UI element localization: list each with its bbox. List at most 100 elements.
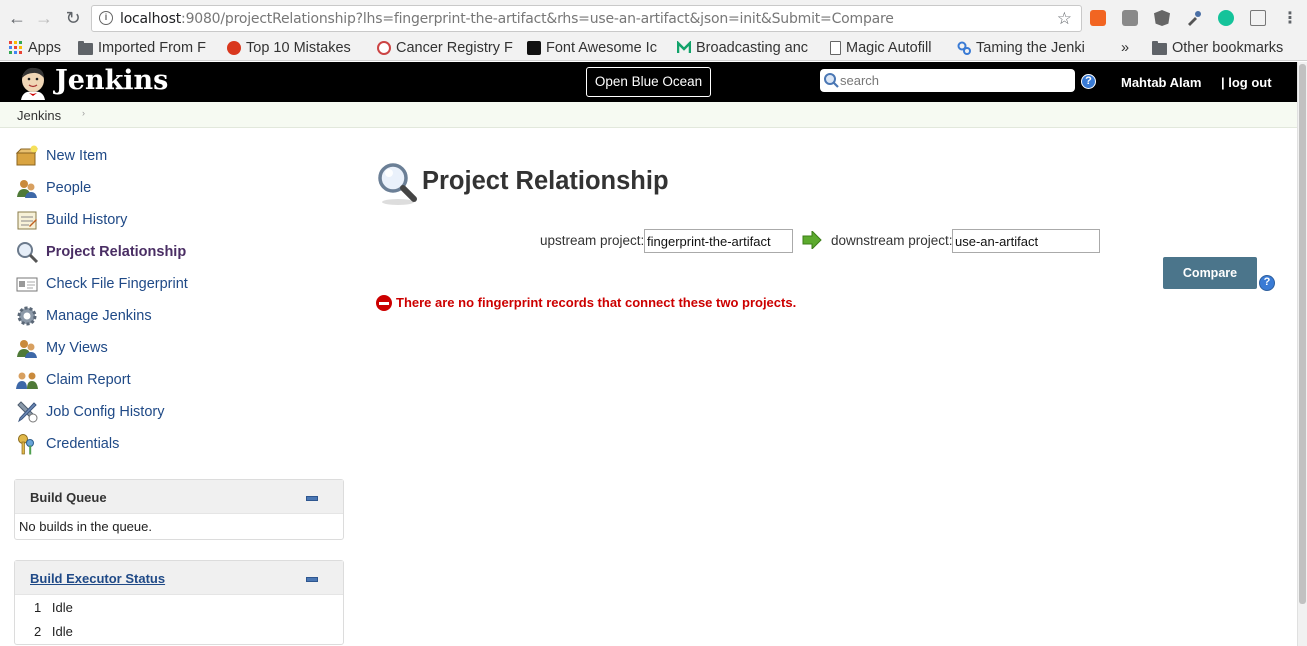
task-label[interactable]: Build History [46,212,127,228]
browser-toolbar: ← → ↻ i localhost:9080/projectRelationsh… [0,0,1307,36]
task-manage-jenkins[interactable]: Manage Jenkins [15,303,152,329]
build-executor-title-link[interactable]: Build Executor Status [30,571,165,586]
collapse-icon[interactable] [306,496,318,501]
eyedropper-extension-icon[interactable] [1186,10,1202,26]
task-label[interactable]: Manage Jenkins [46,308,152,324]
compare-button[interactable]: Compare [1163,257,1257,289]
search-box [820,69,1075,92]
executor-number: 1 [34,600,42,615]
site-info-icon[interactable]: i [99,11,113,25]
build-history-icon [15,208,39,232]
upstream-project-input[interactable] [644,229,793,253]
reload-icon[interactable]: ↻ [62,7,84,29]
link-icon [957,41,971,55]
executor-number: 2 [34,624,42,639]
breadcrumb-chevron-icon[interactable]: › [82,108,85,118]
tab-extension-icon[interactable] [1250,10,1266,26]
new-item-icon [15,144,39,168]
executor-row: 2 Idle [34,624,73,639]
task-credentials[interactable]: Credentials [15,431,119,457]
user-views-icon [15,336,39,360]
task-people[interactable]: People [15,175,91,201]
grammarly-extension-icon[interactable] [1218,10,1234,26]
error-icon [376,295,392,311]
task-label[interactable]: Claim Report [46,372,131,388]
bookmark-cancer-registry[interactable]: Cancer Registry F [377,39,515,57]
bookmark-broadcasting[interactable]: Broadcasting anc [677,39,815,57]
task-claim-report[interactable]: Claim Report [15,367,131,393]
build-queue-empty: No builds in the queue. [19,519,152,534]
task-build-history[interactable]: Build History [15,207,127,233]
build-executor-header: Build Executor Status [15,561,343,595]
magnifier-icon [15,240,39,264]
bookmark-magic-autofill[interactable]: Magic Autofill [830,39,948,57]
bookmark-apps[interactable]: Apps [9,39,69,57]
task-label[interactable]: Job Config History [46,404,164,420]
task-new-item[interactable]: New Item [15,143,107,169]
page-title: Project Relationship [422,167,669,195]
angular-extension-icon[interactable] [1154,10,1170,26]
jenkins-brand[interactable]: Jenkins [55,65,168,96]
search-help-icon[interactable]: ? [1081,74,1096,89]
open-blue-ocean-button[interactable]: Open Blue Ocean [586,67,711,97]
executor-list: 1 Idle 2 Idle [15,595,343,645]
page-scrollbar[interactable] [1297,62,1307,646]
opera-icon [227,41,241,55]
bookmark-top-10[interactable]: Top 10 Mistakes [227,39,365,57]
logout-link[interactable]: | log out [1221,75,1272,90]
task-job-config-history[interactable]: Job Config History [15,399,164,425]
gear-icon [15,304,39,328]
folder-icon [78,41,93,55]
downstream-project-input[interactable] [952,229,1100,253]
build-executor-pane: Build Executor Status 1 Idle 2 Idle [14,560,344,645]
scrollbar-thumb[interactable] [1299,64,1306,604]
task-check-file-fingerprint[interactable]: Check File Fingerprint [15,271,188,297]
collapse-icon[interactable] [306,577,318,582]
url-text[interactable]: localhost:9080/projectRelationship?lhs=f… [120,11,894,27]
task-label[interactable]: Credentials [46,436,119,452]
task-label[interactable]: New Item [46,148,107,164]
error-message: There are no fingerprint records that co… [396,295,797,310]
build-queue-pane: Build Queue No builds in the queue. [14,479,344,540]
address-bar[interactable]: i localhost:9080/projectRelationship?lhs… [91,5,1082,32]
task-project-relationship[interactable]: Project Relationship [15,239,186,265]
fingerprint-icon [15,272,39,296]
bookmark-taming-jenkins[interactable]: Taming the Jenki [957,39,1092,57]
apps-grid-icon [9,41,23,55]
react-extension-icon[interactable] [1122,10,1138,26]
rss-extension-icon[interactable] [1090,10,1106,26]
task-label[interactable]: Project Relationship [46,244,186,260]
search-input[interactable] [840,71,1070,90]
forward-icon[interactable]: → [33,7,55,29]
other-bookmarks[interactable]: Other bookmarks [1152,39,1302,57]
task-label[interactable]: Check File Fingerprint [46,276,188,292]
registry-icon [377,41,391,55]
keys-icon [15,432,39,456]
upstream-label: upstream project: [540,233,645,248]
breadcrumb-jenkins[interactable]: Jenkins [17,108,61,123]
jenkins-header: Jenkins Open Blue Ocean ? Mahtab Alam | … [0,62,1297,102]
downstream-label: downstream project: [831,233,953,248]
bookmark-font-awesome[interactable]: Font Awesome Ic [527,39,665,57]
build-queue-title: Build Queue [30,490,107,505]
build-queue-header: Build Queue [15,480,343,514]
bookmark-imported[interactable]: Imported From F [78,39,214,57]
compare-help-icon[interactable]: ? [1259,275,1275,291]
user-name-link[interactable]: Mahtab Alam [1121,75,1201,90]
m-logo-icon [677,39,692,55]
bookmarks-bar: Apps Imported From F Top 10 Mistakes Can… [0,36,1307,61]
bookmarks-overflow[interactable]: » [1121,39,1135,57]
executor-state: Idle [51,624,73,639]
flag-icon [527,41,541,55]
bookmark-star-icon[interactable]: ☆ [1057,9,1072,29]
jenkins-butler-logo[interactable] [17,66,49,100]
arrow-right-icon [802,229,822,251]
task-label[interactable]: My Views [46,340,108,356]
task-label[interactable]: People [46,180,91,196]
back-icon[interactable]: ← [6,7,28,29]
search-icon [823,72,839,88]
page-icon [830,41,841,55]
task-my-views[interactable]: My Views [15,335,108,361]
claim-icon [15,368,39,392]
browser-menu-icon[interactable]: ⋮ [1279,7,1301,29]
